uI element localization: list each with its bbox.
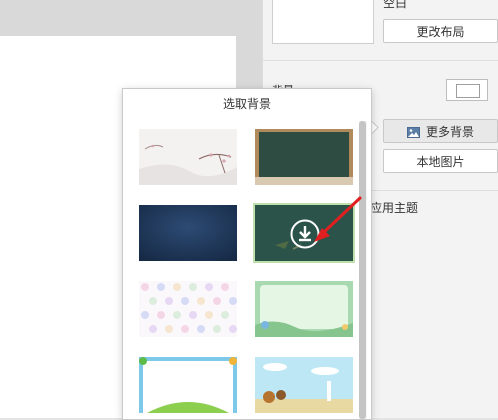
- blue-frame-art: [139, 357, 237, 413]
- color-swatch-preview: [456, 84, 480, 98]
- background-thumbnail-sky-landscape[interactable]: [255, 357, 353, 413]
- chalkboard-art: [255, 129, 353, 185]
- green-cartoon-art: [255, 281, 353, 337]
- apply-theme-label: 应用主题: [370, 201, 419, 215]
- background-thumbnail-pastel-dots[interactable]: [139, 281, 237, 337]
- pastel-dots-art: [139, 281, 237, 337]
- background-thumbnail-green-cartoon[interactable]: [255, 281, 353, 337]
- popup-scrollbar-thumb[interactable]: [359, 121, 366, 419]
- background-thumbnail-navy[interactable]: [139, 205, 237, 261]
- more-backgrounds-button[interactable]: 更多背景: [383, 119, 498, 143]
- background-thumbnail-blue-frame[interactable]: [139, 357, 237, 413]
- ink-plum-art: [139, 129, 237, 185]
- choose-background-popup: 选取背景: [122, 88, 372, 420]
- section-divider: [370, 190, 498, 191]
- sky-landscape-art: [255, 357, 353, 413]
- section-divider: [262, 60, 498, 61]
- layout-preview-thumbnail[interactable]: [272, 0, 374, 44]
- change-layout-button[interactable]: 更改布局: [383, 19, 498, 43]
- layout-name-label: 空白: [383, 0, 408, 10]
- popup-title: 选取背景: [222, 97, 271, 111]
- annotation-arrow-icon: [314, 196, 362, 242]
- navy-gradient-art: [139, 205, 237, 261]
- background-thumbnail-ink-plum[interactable]: [139, 129, 237, 185]
- image-icon: [406, 127, 420, 138]
- local-image-button[interactable]: 本地图片: [383, 149, 498, 173]
- more-backgrounds-label: 更多背景: [425, 125, 474, 139]
- background-thumbnail-chalkboard[interactable]: [255, 129, 353, 185]
